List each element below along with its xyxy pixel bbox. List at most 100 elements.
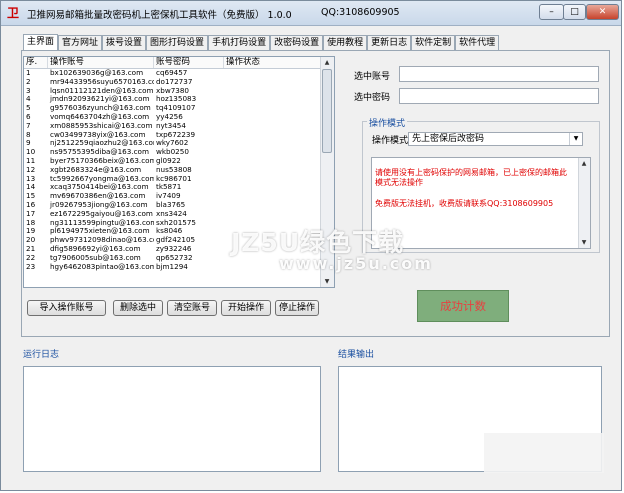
table-row[interactable]: 15 mv69670386en@163.com iv7409 [24, 192, 334, 201]
table-row[interactable]: 8 cw03499738yix@163.com txp672239 [24, 131, 334, 140]
tab-customize[interactable]: 软件定制 [411, 35, 456, 50]
cell-index: 5 [26, 104, 31, 113]
tab-password-settings[interactable]: 改密码设置 [270, 35, 324, 50]
tab-sms-settings[interactable]: 手机打码设置 [208, 35, 271, 50]
cell-password: bla3765 [156, 200, 186, 209]
table-row[interactable]: 3 lqsn01112121den@163.com xbw7380 [24, 87, 334, 96]
result-output-title: 结果输出 [338, 350, 375, 360]
column-header-status[interactable]: 操作状态 [224, 57, 322, 68]
cell-status [224, 131, 322, 140]
mode-select[interactable]: 先上密保后改密码 ▼ [408, 132, 583, 146]
cell-index: 1 [26, 69, 31, 77]
table-row[interactable]: 4 jmdn92093621yi@163.com hoz135083 [24, 95, 334, 104]
cell-index: 22 [26, 253, 36, 262]
table-row[interactable]: 2 mr94433956suyu6570163.com do172737 [24, 78, 334, 87]
window-title: 卫推网易邮箱批量改密码机上密保机工具软件（免费版） 1.0.0 [27, 10, 292, 21]
cell-status [224, 148, 322, 157]
cell-password: tk5871 [156, 183, 182, 192]
table-row[interactable]: 11 byer75170366beix@163.com gl0922 [24, 157, 334, 166]
table-row[interactable]: 10 ns95755395diba@163.com wkb0250 [24, 148, 334, 157]
clear-accounts-button[interactable]: 清空账号 [167, 300, 217, 316]
cell-password: iv7409 [156, 192, 181, 201]
scroll-up-icon[interactable]: ▲ [579, 158, 589, 169]
tab-tutorial[interactable]: 使用教程 [323, 35, 368, 50]
tab-changelog[interactable]: 更新日志 [367, 35, 412, 50]
table-row[interactable]: 16 jr09267953jiong@163.com bla3765 [24, 201, 334, 210]
cell-index: 23 [26, 262, 36, 271]
cell-password: do172737 [156, 77, 193, 86]
cell-account: pl6194975xieten@163.com [50, 227, 150, 236]
selected-password-input[interactable] [399, 88, 599, 104]
cell-account: byer75170366beix@163.com [50, 156, 154, 165]
tab-agent[interactable]: 软件代理 [455, 35, 500, 50]
scroll-up-icon[interactable]: ▲ [321, 57, 333, 68]
cell-index: 15 [26, 192, 36, 201]
cell-status [224, 192, 322, 201]
cell-account: phwv97312098dinao@163.com [50, 236, 154, 245]
chevron-down-icon[interactable]: ▼ [569, 133, 582, 145]
minimize-button[interactable]: – [539, 4, 564, 20]
table-row[interactable]: 17 ez1672295gaiyou@163.com xns3424 [24, 210, 334, 219]
cell-status [224, 87, 322, 96]
cell-index: 4 [26, 95, 31, 104]
cell-password: sxh201575 [156, 218, 196, 227]
start-button[interactable]: 开始操作 [221, 300, 271, 316]
cell-account: dfig5896692yi@163.com [50, 244, 141, 253]
cell-status [224, 183, 322, 192]
column-header-password[interactable]: 账号密码 [154, 57, 224, 68]
mode-group-title: 操作模式 [367, 116, 408, 129]
cell-index: 20 [26, 236, 36, 245]
maximize-button[interactable]: □ [563, 4, 586, 20]
tab-dial-settings[interactable]: 拨号设置 [102, 35, 147, 50]
cell-password: zy932246 [156, 244, 192, 253]
cell-status [224, 69, 322, 78]
table-row[interactable]: 14 xcaq3750414bei@163.com tk5871 [24, 183, 334, 192]
cell-status [224, 104, 322, 113]
scroll-down-icon[interactable]: ▼ [579, 237, 589, 248]
password-label: 选中密码 [354, 93, 391, 103]
table-row[interactable]: 1 bx102639036g@163.com cq69457 [24, 69, 334, 78]
scroll-thumb[interactable] [322, 69, 332, 153]
cell-password: qp652732 [156, 253, 193, 262]
success-count-display: 成功计数 [417, 290, 509, 322]
cell-password: bjm1294 [156, 262, 188, 271]
cell-status [224, 201, 322, 210]
cell-password: wky7602 [156, 139, 189, 148]
table-row[interactable]: 7 xm0885953shicai@163.com nyt3454 [24, 122, 334, 131]
cell-status [224, 210, 322, 219]
table-row[interactable]: 5 g9576036zyunch@163.com tq4109107 [24, 104, 334, 113]
close-icon: ✕ [598, 7, 607, 17]
scroll-down-icon[interactable]: ▼ [321, 276, 333, 287]
cell-account: mr94433956suyu6570163.com [50, 77, 154, 86]
cell-index: 17 [26, 209, 36, 218]
cell-account: bx102639036g@163.com [50, 69, 144, 77]
grid-header: 序. 操作账号 账号密码 操作状态 [24, 57, 334, 69]
run-log-box[interactable] [23, 366, 321, 472]
cell-status [224, 113, 322, 122]
cell-account: jr09267953jiong@163.com [50, 200, 148, 209]
delete-selected-button[interactable]: 删除选中 [113, 300, 163, 316]
table-row[interactable]: 12 xgbt2683324e@163.com nus53808 [24, 166, 334, 175]
table-row[interactable]: 9 nj2512259qiaozhu2@163.com wky7602 [24, 139, 334, 148]
column-header-index[interactable]: 序. [24, 57, 48, 68]
tab-official-site[interactable]: 官方网址 [58, 35, 103, 50]
selected-account-input[interactable] [399, 66, 599, 82]
column-header-account[interactable]: 操作账号 [48, 57, 154, 68]
cell-status [224, 175, 322, 184]
qq-contact: QQ:3108609905 [321, 7, 400, 18]
cell-account: tg7906005sub@163.com [50, 253, 141, 262]
table-row[interactable]: 13 tc5992667yongma@163.com kc986701 [24, 175, 334, 184]
cell-status [224, 166, 322, 175]
stop-button[interactable]: 停止操作 [275, 300, 319, 316]
tab-main[interactable]: 主界面 [23, 34, 59, 50]
resize-corner-overlay [484, 433, 604, 473]
import-accounts-button[interactable]: 导入操作账号 [27, 300, 106, 316]
cell-index: 19 [26, 227, 36, 236]
close-button[interactable]: ✕ [586, 4, 619, 20]
app-window: 卫 卫推网易邮箱批量改密码机上密保机工具软件（免费版） 1.0.0 QQ:310… [0, 0, 622, 491]
message-scrollbar[interactable]: ▲ ▼ [578, 158, 590, 248]
cell-password: cq69457 [156, 69, 188, 77]
tab-captcha-settings[interactable]: 图形打码设置 [146, 35, 209, 50]
table-row[interactable]: 6 vomq6463704zh@163.com yy4256 [24, 113, 334, 122]
cell-account: mv69670386en@163.com [50, 192, 146, 201]
